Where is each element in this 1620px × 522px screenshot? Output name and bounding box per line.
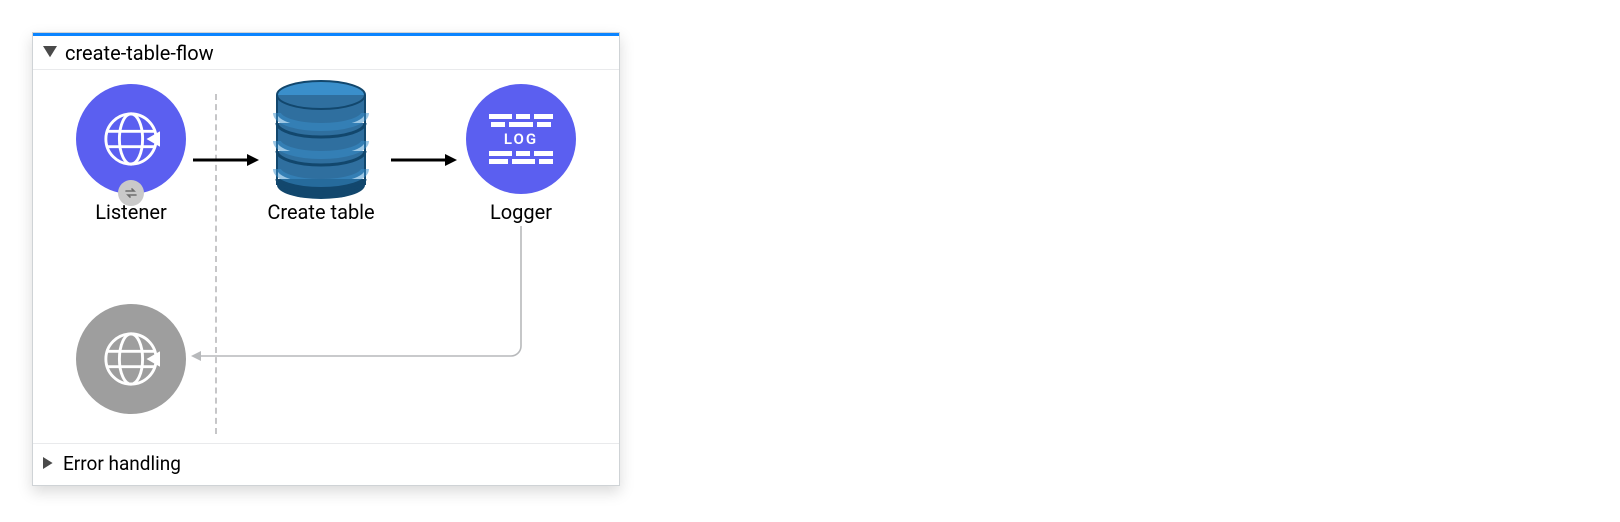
exchange-icon bbox=[118, 180, 144, 206]
node-logger[interactable]: LOG Logger bbox=[451, 84, 591, 224]
database-icon bbox=[266, 84, 376, 194]
collapse-icon[interactable] bbox=[43, 41, 57, 65]
logger-label: Logger bbox=[451, 200, 591, 224]
flow-title: create-table-flow bbox=[65, 41, 214, 65]
globe-icon bbox=[102, 110, 160, 168]
log-text: LOG bbox=[489, 130, 553, 148]
arrow-icon bbox=[389, 150, 459, 170]
response-icon bbox=[76, 304, 186, 414]
panel-accent bbox=[33, 33, 619, 36]
node-create-table[interactable]: Create table bbox=[251, 84, 391, 224]
node-listener[interactable]: Listener bbox=[61, 84, 201, 224]
expand-icon[interactable] bbox=[43, 452, 55, 475]
logger-icon: LOG bbox=[466, 84, 576, 194]
listener-icon bbox=[76, 84, 186, 194]
globe-icon bbox=[102, 330, 160, 388]
flow-header[interactable]: create-table-flow bbox=[33, 33, 619, 70]
flow-canvas[interactable]: Listener bbox=[33, 70, 619, 440]
flow-panel: create-table-flow bbox=[32, 32, 620, 486]
error-handling-label: Error handling bbox=[63, 452, 181, 475]
create-table-label: Create table bbox=[251, 200, 391, 224]
return-arrow bbox=[183, 226, 533, 376]
node-response[interactable] bbox=[61, 304, 201, 414]
error-handling-header[interactable]: Error handling bbox=[33, 443, 619, 485]
